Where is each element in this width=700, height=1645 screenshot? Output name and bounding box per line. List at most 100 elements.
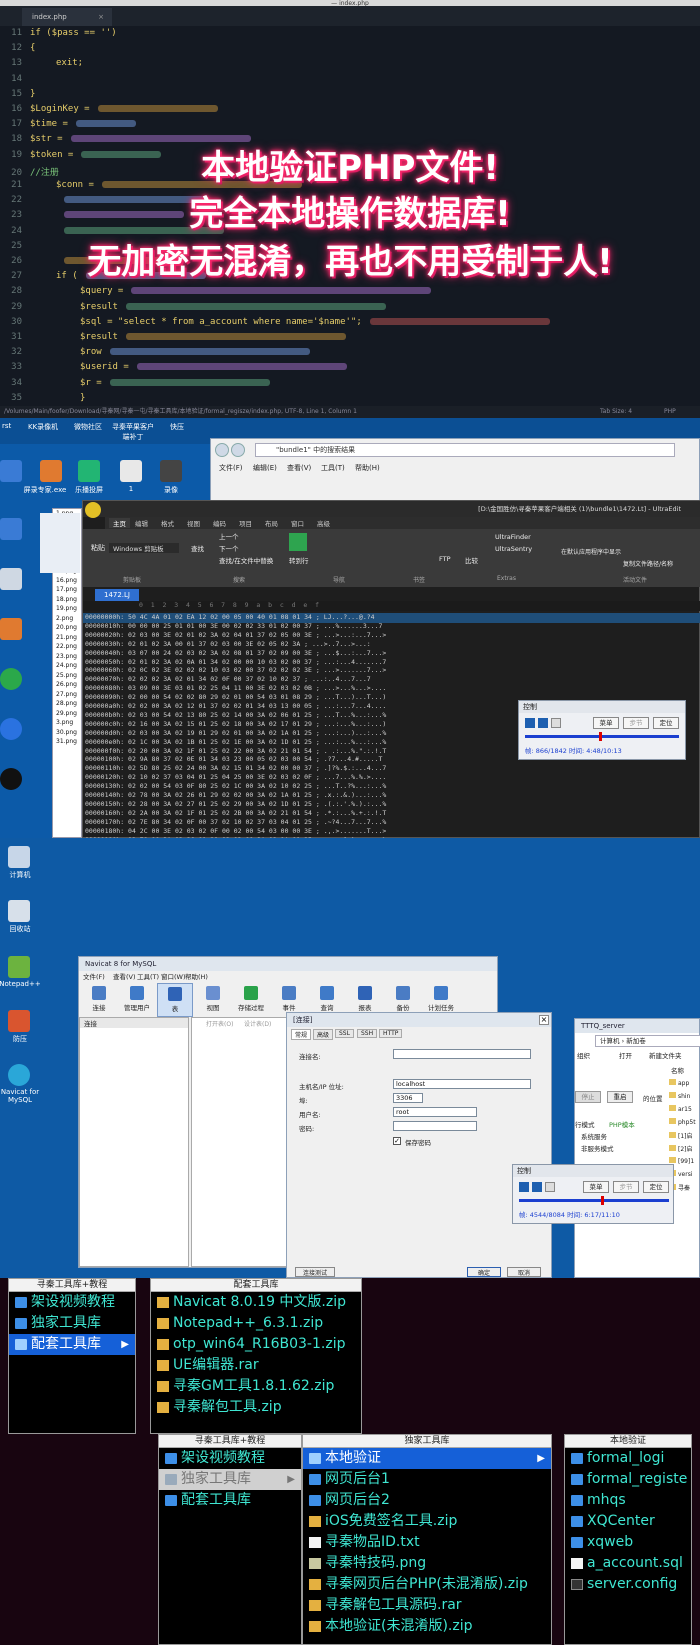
control-icon[interactable] — [538, 718, 548, 728]
menu-item[interactable]: 编辑(E) — [253, 463, 277, 473]
menu-item[interactable]: 查看(V) — [287, 463, 311, 473]
ribbon-tab[interactable]: 视图 — [187, 518, 200, 528]
desktop-icon[interactable] — [0, 518, 22, 540]
taskbar-item[interactable]: 寻秦苹果客户端补丁 — [112, 422, 154, 442]
ultrafinder-button[interactable]: UltraFinder — [495, 533, 531, 541]
file-list-item[interactable]: 23.png — [53, 652, 81, 662]
ribbon-tab[interactable]: 项目 — [239, 518, 252, 528]
folder-item[interactable]: 网页后台1 — [303, 1469, 551, 1490]
prev-button[interactable]: 上一个 — [219, 531, 239, 541]
zip-item[interactable]: 寻秦GM工具1.8.1.62.zip — [151, 1376, 361, 1397]
find-button[interactable]: 查找 — [191, 543, 204, 553]
ribbon-tab[interactable]: 格式 — [161, 518, 174, 528]
open-menu[interactable]: 打开 — [619, 1050, 632, 1060]
file-icon[interactable] — [120, 460, 142, 482]
connection-tree[interactable]: 连接 — [79, 1017, 189, 1267]
toolbar-button[interactable]: 视图 — [195, 983, 231, 1012]
show-in-app-button[interactable]: 在默认应用程序中显示 — [561, 547, 621, 556]
system-service-radio[interactable]: 系统服务 — [581, 1131, 607, 1141]
ribbon-tab[interactable]: 主页 — [109, 518, 130, 528]
control-icon[interactable] — [525, 718, 535, 728]
locate-button[interactable]: 定位 — [653, 717, 679, 729]
zip-item[interactable]: 寻秦解包工具.zip — [151, 1397, 361, 1418]
editor-tab[interactable]: index.php × — [22, 8, 112, 26]
cancel-button[interactable]: 取消 — [507, 1267, 541, 1277]
sql-item[interactable]: a_account.sql — [565, 1553, 691, 1574]
step-button[interactable]: 步节 — [623, 717, 649, 729]
toolbar-button[interactable]: 备份 — [385, 983, 421, 1012]
host-field[interactable]: localhost — [393, 1079, 531, 1089]
toolbar-button[interactable]: 管理用户 — [119, 983, 155, 1012]
folder-item[interactable]: 配套工具库 — [159, 1490, 301, 1511]
menu-item[interactable]: 文件(F) — [219, 463, 243, 473]
computer-icon[interactable] — [8, 846, 30, 868]
menu-item[interactable]: 帮助(H) — [355, 463, 380, 473]
menu-item[interactable]: 查看(V) — [113, 971, 136, 981]
name-column-header[interactable]: 名称 — [671, 1065, 684, 1075]
new-folder-menu[interactable]: 新建文件夹 — [649, 1050, 682, 1060]
dialog-tab[interactable]: 常规 — [291, 1029, 312, 1040]
ribbon-tab[interactable]: 布局 — [265, 518, 278, 528]
file-tab[interactable]: 1472.LJ — [95, 589, 139, 601]
taskbar-item[interactable]: KK录像机 — [28, 422, 58, 432]
camera-icon[interactable] — [160, 460, 182, 482]
control-icon[interactable] — [551, 718, 561, 728]
menu-item[interactable]: 工具(T) — [321, 463, 345, 473]
close-icon[interactable]: × — [539, 1015, 549, 1025]
png-item[interactable]: 寻秦特技码.png — [303, 1553, 551, 1574]
slider-thumb[interactable] — [599, 732, 602, 741]
close-icon[interactable]: × — [98, 8, 104, 26]
folder-item[interactable]: 网页后台2 — [303, 1490, 551, 1511]
toolbar-button[interactable]: 表 — [157, 983, 193, 1017]
control-icon[interactable] — [545, 1182, 555, 1192]
organize-menu[interactable]: 组织 — [577, 1050, 590, 1060]
menu-item[interactable]: 窗口(W) — [161, 971, 186, 981]
locate-button[interactable]: 定位 — [643, 1181, 669, 1193]
dialog-tab[interactable]: SSL — [335, 1029, 354, 1038]
password-field[interactable] — [393, 1121, 477, 1131]
paste-button[interactable]: 粘贴 — [91, 543, 105, 553]
menu-item[interactable]: 帮助(H) — [185, 971, 208, 981]
dialog-tab[interactable]: HTTP — [379, 1029, 403, 1038]
desktop-icon[interactable] — [0, 668, 22, 690]
file-list-item[interactable]: 30.png — [53, 728, 81, 738]
toolbar-button[interactable]: 报表 — [347, 983, 383, 1012]
menu-button[interactable]: 菜单 — [593, 717, 619, 729]
navicat-icon[interactable] — [8, 1064, 30, 1086]
server-file-item[interactable]: app — [669, 1079, 689, 1087]
file-list-item[interactable]: 25.png — [53, 671, 81, 681]
toolbar-button[interactable]: 连接 — [81, 983, 117, 1012]
connection-name-field[interactable] — [393, 1049, 531, 1059]
zip-item[interactable]: iOS免费签名工具.zip — [303, 1511, 551, 1532]
back-icon[interactable] — [215, 443, 229, 457]
dialog-tab[interactable]: SSH — [357, 1029, 378, 1038]
server-file-item[interactable]: shin — [669, 1092, 690, 1100]
folder-item[interactable]: 架设视频教程 — [9, 1292, 135, 1313]
checkbox-icon[interactable]: ✓ — [393, 1137, 401, 1145]
file-list-item[interactable]: 19.png — [53, 604, 81, 614]
progress-slider[interactable] — [519, 1199, 669, 1202]
file-list-item[interactable]: 20.png — [53, 623, 81, 633]
folder-item-selected[interactable]: 配套工具库 ▶ — [9, 1334, 135, 1355]
username-field[interactable]: root — [393, 1107, 477, 1117]
ftp-button[interactable]: FTP — [439, 555, 451, 563]
clipboard-select[interactable]: Windows 剪贴板 — [109, 543, 179, 553]
restart-button[interactable]: 重启 — [607, 1091, 633, 1103]
file-list-item[interactable]: 22.png — [53, 642, 81, 652]
design-table-button[interactable]: 设计表(D) — [244, 1019, 271, 1028]
goto-line-button[interactable]: 转到行 — [289, 555, 309, 565]
recycle-bin-icon[interactable] — [8, 900, 30, 922]
slider-thumb[interactable] — [601, 1196, 604, 1205]
file-list-item[interactable]: 16.png — [53, 576, 81, 586]
control-icon[interactable] — [532, 1182, 542, 1192]
file-list-item[interactable]: 21.png — [53, 633, 81, 643]
menu-item[interactable]: 工具(T) — [137, 971, 159, 981]
zip-item[interactable]: 本地验证(未混淆版).zip — [303, 1616, 551, 1637]
file-list-item[interactable]: 3.png — [53, 718, 81, 728]
server-file-item[interactable]: php5t — [669, 1118, 696, 1126]
step-button[interactable]: 步节 — [613, 1181, 639, 1193]
ultrasentry-button[interactable]: UltraSentry — [495, 545, 532, 553]
zip-item[interactable]: Notepad++_6.3.1.zip — [151, 1313, 361, 1334]
file-list-item[interactable]: 27.png — [53, 690, 81, 700]
folder-item[interactable]: mhqs — [565, 1490, 691, 1511]
